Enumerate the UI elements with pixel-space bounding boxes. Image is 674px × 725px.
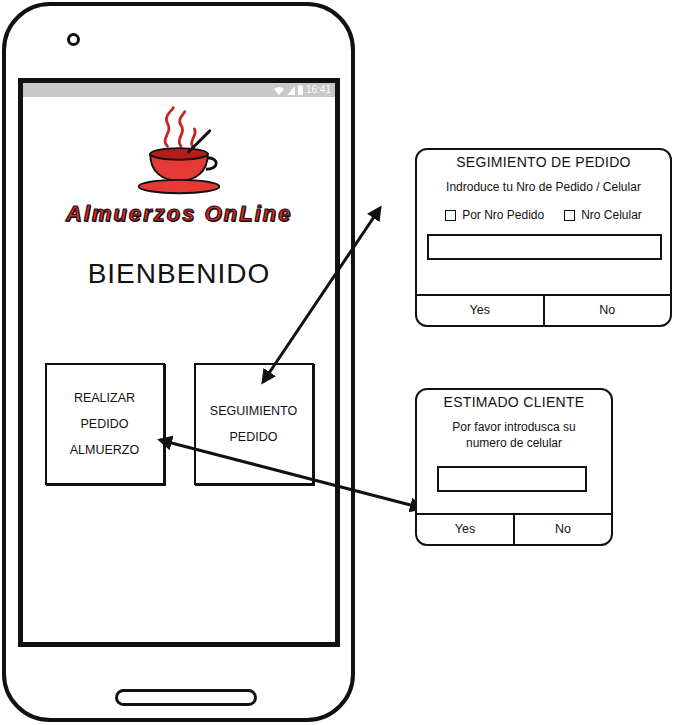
status-bar: 16:41 bbox=[23, 83, 335, 97]
dialog-prompt: Indroduce tu Nro de Pedido / Celular bbox=[417, 179, 670, 195]
no-button[interactable]: No bbox=[543, 296, 671, 325]
link-arrows bbox=[0, 0, 674, 725]
dialog: SEGIMIENTO DE PEDIDO Indroduce tu Nro de … bbox=[415, 148, 672, 327]
camera-icon bbox=[67, 33, 80, 46]
field-wrap bbox=[417, 224, 670, 286]
soup-cup-icon bbox=[131, 103, 227, 201]
menu-button-line: PEDIDO bbox=[81, 411, 129, 437]
dialog-buttons: YesNo bbox=[417, 513, 611, 544]
dialog-buttons: YesNo bbox=[417, 294, 670, 325]
menu-button-line: SEGUIMIENTO bbox=[210, 398, 297, 424]
action-buttons: REALIZARPEDIDOALMUERZOSEGUIMIENTOPEDIDO bbox=[45, 363, 314, 485]
option-label: Por Nro Pedido bbox=[462, 206, 544, 224]
wireframe-canvas: 16:41Almuerzos OnLineBIENBENIDOREALIZARP… bbox=[0, 0, 674, 725]
dialog-prompt-line: Indroduce tu Nro de Pedido / Celular bbox=[421, 179, 666, 195]
battery-icon bbox=[298, 85, 303, 95]
dialog-prompt-line: numero de celular bbox=[421, 435, 607, 451]
dialog-title: SEGIMIENTO DE PEDIDO bbox=[417, 150, 670, 171]
field-wrap bbox=[417, 452, 611, 510]
text-field[interactable] bbox=[437, 466, 587, 492]
no-button[interactable]: No bbox=[513, 515, 611, 544]
phone-frame: 16:41Almuerzos OnLineBIENBENIDOREALIZARP… bbox=[2, 2, 355, 722]
option-checkbox[interactable]: Nro Celular bbox=[564, 206, 642, 224]
status-time: 16:41 bbox=[306, 83, 331, 97]
logo-text: Almuerzos OnLine bbox=[66, 201, 292, 227]
menu-button-line: REALIZAR bbox=[74, 385, 135, 411]
wifi-icon bbox=[274, 86, 284, 95]
dialog: ESTIMADO CLIENTE Por favor introdusca sun… bbox=[415, 388, 613, 546]
checkbox[interactable] bbox=[564, 210, 575, 221]
text-field[interactable] bbox=[427, 234, 662, 260]
option-label: Nro Celular bbox=[581, 206, 642, 224]
menu-button-line: ALMUERZO bbox=[70, 437, 139, 463]
menu-button[interactable]: SEGUIMIENTOPEDIDO bbox=[194, 363, 314, 485]
home-button[interactable] bbox=[115, 689, 257, 706]
option-checkbox[interactable]: Por Nro Pedido bbox=[445, 206, 544, 224]
menu-button[interactable]: REALIZARPEDIDOALMUERZO bbox=[45, 363, 165, 485]
menu-button-line: PEDIDO bbox=[230, 424, 278, 450]
signal-icon bbox=[287, 86, 295, 95]
dialog-title: ESTIMADO CLIENTE bbox=[417, 390, 611, 411]
checkbox[interactable] bbox=[445, 210, 456, 221]
spacer bbox=[417, 286, 670, 294]
yes-button[interactable]: Yes bbox=[417, 515, 513, 544]
phone-screen: 16:41Almuerzos OnLineBIENBENIDOREALIZARP… bbox=[18, 78, 340, 647]
welcome-title: BIENBENIDO bbox=[88, 257, 271, 291]
yes-button[interactable]: Yes bbox=[417, 296, 543, 325]
option-row: Por Nro Pedido Nro Celular bbox=[417, 206, 670, 224]
dialog-prompt-line: Por favor introdusca su bbox=[421, 419, 607, 435]
dialog-prompt: Por favor introdusca sunumero de celular bbox=[417, 419, 611, 451]
